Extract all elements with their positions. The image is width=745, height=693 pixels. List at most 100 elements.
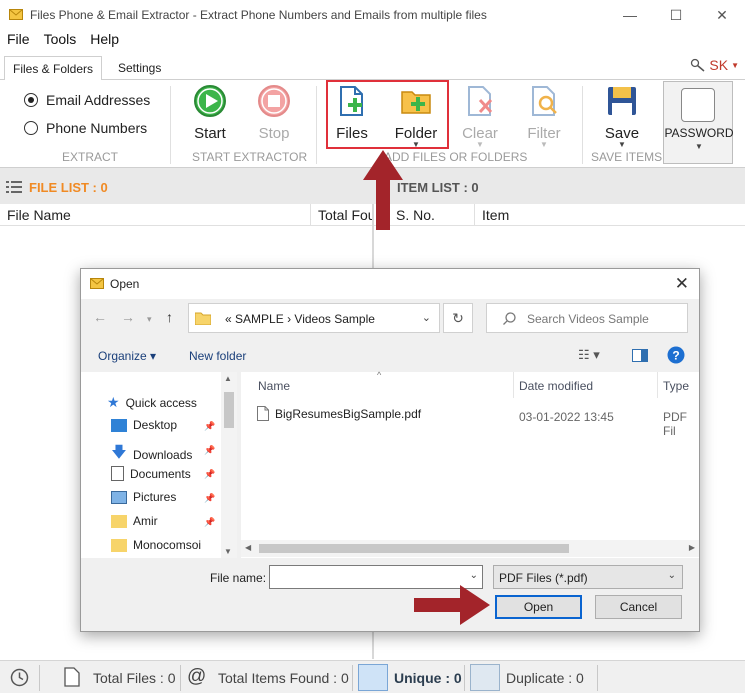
nav-downloads[interactable]: 🡇 Downloads xyxy=(111,442,192,467)
nav-scrollbar[interactable]: ▲ ▼ xyxy=(221,372,237,558)
nav-quick-access[interactable]: ★ Quick access xyxy=(107,394,197,411)
nav-monocomsoi[interactable]: Monocomsoi xyxy=(111,538,201,552)
open-button[interactable]: Open xyxy=(495,595,582,619)
file-type-select[interactable]: PDF Files (*.pdf) ⌄ xyxy=(493,565,683,589)
tab-settings[interactable]: Settings xyxy=(110,56,169,80)
at-sign-icon: @ xyxy=(187,666,207,687)
search-placeholder: Search Videos Sample xyxy=(527,312,649,326)
user-menu[interactable]: SK ▼ xyxy=(690,57,739,73)
nav-desktop[interactable]: Desktop xyxy=(111,418,177,432)
radio-email[interactable]: Email Addresses xyxy=(24,92,150,108)
nav-amir[interactable]: Amir xyxy=(111,514,158,528)
menu-tools[interactable]: Tools xyxy=(37,30,84,50)
svg-text:?: ? xyxy=(672,349,679,363)
group-label-start: START EXTRACTOR xyxy=(192,150,308,164)
radio-phone[interactable]: Phone Numbers xyxy=(24,120,147,136)
user-initials: SK xyxy=(709,57,729,73)
nav-scroll-thumb[interactable] xyxy=(224,392,234,428)
refresh-button[interactable]: ↻ xyxy=(443,303,473,333)
file-row[interactable]: BigResumesBigSample.pdf xyxy=(257,406,421,421)
tab-files-folders[interactable]: Files & Folders xyxy=(4,56,103,81)
nav-label: Documents xyxy=(130,466,191,481)
history-clock-icon[interactable] xyxy=(10,668,29,687)
col-type-header[interactable]: Type xyxy=(663,379,689,393)
scroll-left-icon[interactable]: ◀ xyxy=(245,543,251,552)
radio-email-label: Email Addresses xyxy=(46,92,151,108)
pin-icon: 📌 xyxy=(204,445,216,455)
up-arrow-icon[interactable]: ↑ xyxy=(166,309,173,325)
col-file-name[interactable]: File Name xyxy=(0,204,315,226)
scroll-up-icon[interactable]: ▲ xyxy=(224,374,232,383)
forward-arrow-icon[interactable]: → xyxy=(121,309,135,325)
col-item[interactable]: Item xyxy=(474,204,745,226)
col-date-header[interactable]: Date modified xyxy=(519,379,593,393)
radio-email-dot[interactable] xyxy=(24,93,38,107)
minimize-button[interactable]: — xyxy=(607,0,653,30)
menu-help[interactable]: Help xyxy=(83,30,126,50)
radio-phone-dot[interactable] xyxy=(24,121,38,135)
breadcrumb-videos-sample[interactable]: Videos Sample xyxy=(294,312,375,326)
back-arrow-icon[interactable]: ← xyxy=(93,309,107,325)
chevron-down-icon[interactable]: ⌄ xyxy=(422,311,431,324)
stop-button[interactable]: Stop xyxy=(245,84,303,142)
new-folder-button[interactable]: New folder xyxy=(189,349,246,363)
breadcrumb-separator: › xyxy=(287,312,292,326)
save-button[interactable]: Save ▼ xyxy=(593,84,651,149)
app-mail-icon xyxy=(9,9,23,20)
file-date: 03-01-2022 13:45 xyxy=(519,410,614,424)
help-icon[interactable]: ? xyxy=(667,346,685,364)
col-name-header[interactable]: Name xyxy=(258,379,290,393)
nav-label: Quick access xyxy=(125,395,197,410)
file-list-pane: ^ Name Date modified Type BigResumesBigS… xyxy=(241,370,699,558)
group-label-add: ADD FILES OR FOLDERS xyxy=(384,150,528,164)
window-title: Files Phone & Email Extractor - Extract … xyxy=(30,8,487,22)
column-divider[interactable] xyxy=(513,372,514,398)
breadcrumb-overflow[interactable]: « xyxy=(225,312,232,326)
dialog-command-bar: Organize ▾ New folder ☷ ▾ ? xyxy=(81,341,699,371)
menu-file[interactable]: File xyxy=(0,30,37,50)
title-bar: Files Phone & Email Extractor - Extract … xyxy=(0,0,745,30)
star-icon: ★ xyxy=(107,394,120,410)
status-separator xyxy=(464,665,465,691)
chevron-down-icon[interactable]: ⌄ xyxy=(470,570,478,581)
user-key-icon xyxy=(691,58,705,72)
filter-button[interactable]: Filter ▼ xyxy=(515,84,573,149)
organize-button[interactable]: Organize ▾ xyxy=(98,349,156,363)
close-button[interactable]: ✕ xyxy=(699,0,745,30)
column-divider[interactable] xyxy=(657,372,658,398)
pictures-icon xyxy=(111,490,127,504)
password-label: PASSWORD xyxy=(664,126,734,140)
file-hscrollbar[interactable]: ◀ ▶ xyxy=(241,540,699,557)
pin-icon: 📌 xyxy=(204,517,216,527)
chevron-down-icon: ▼ xyxy=(618,140,626,149)
search-input[interactable]: Search Videos Sample xyxy=(486,303,688,333)
scroll-down-icon[interactable]: ▼ xyxy=(224,547,232,556)
status-separator xyxy=(597,665,598,691)
pin-icon: 📌 xyxy=(204,493,216,503)
ribbon-tabs: Files & Folders Settings SK ▼ xyxy=(0,56,745,81)
file-name: BigResumesBigSample.pdf xyxy=(275,406,422,421)
h-scroll-thumb[interactable] xyxy=(259,544,569,553)
start-button[interactable]: Start xyxy=(181,84,239,142)
nav-pictures[interactable]: Pictures xyxy=(111,490,176,504)
total-files: Total Files : 0 xyxy=(93,670,176,686)
pin-icon: 📌 xyxy=(204,421,216,431)
maximize-button[interactable]: ☐ xyxy=(653,0,699,30)
nav-documents[interactable]: Documents xyxy=(111,466,191,481)
dialog-close-button[interactable]: ✕ xyxy=(675,274,689,294)
recent-chevron-icon[interactable]: ▾ xyxy=(147,314,152,325)
cancel-button[interactable]: Cancel xyxy=(595,595,682,619)
preview-pane-icon[interactable] xyxy=(632,349,648,362)
view-options-icon[interactable]: ☷ ▾ xyxy=(578,347,600,363)
scroll-right-icon[interactable]: ▶ xyxy=(689,543,695,552)
group-label-save: SAVE ITEMS xyxy=(591,150,663,164)
nav-label: Amir xyxy=(133,514,158,528)
chevron-down-icon: ⌄ xyxy=(667,570,676,581)
folder-icon xyxy=(195,312,211,325)
address-bar[interactable]: « SAMPLE › Videos Sample ⌄ xyxy=(188,303,440,333)
clear-button[interactable]: Clear ▼ xyxy=(451,84,509,149)
file-type: PDF Fil xyxy=(663,410,687,438)
breadcrumb-sample[interactable]: SAMPLE xyxy=(235,312,284,326)
password-button[interactable]: PASSWORD ▼ xyxy=(663,81,734,164)
save-floppy-icon xyxy=(608,87,636,115)
